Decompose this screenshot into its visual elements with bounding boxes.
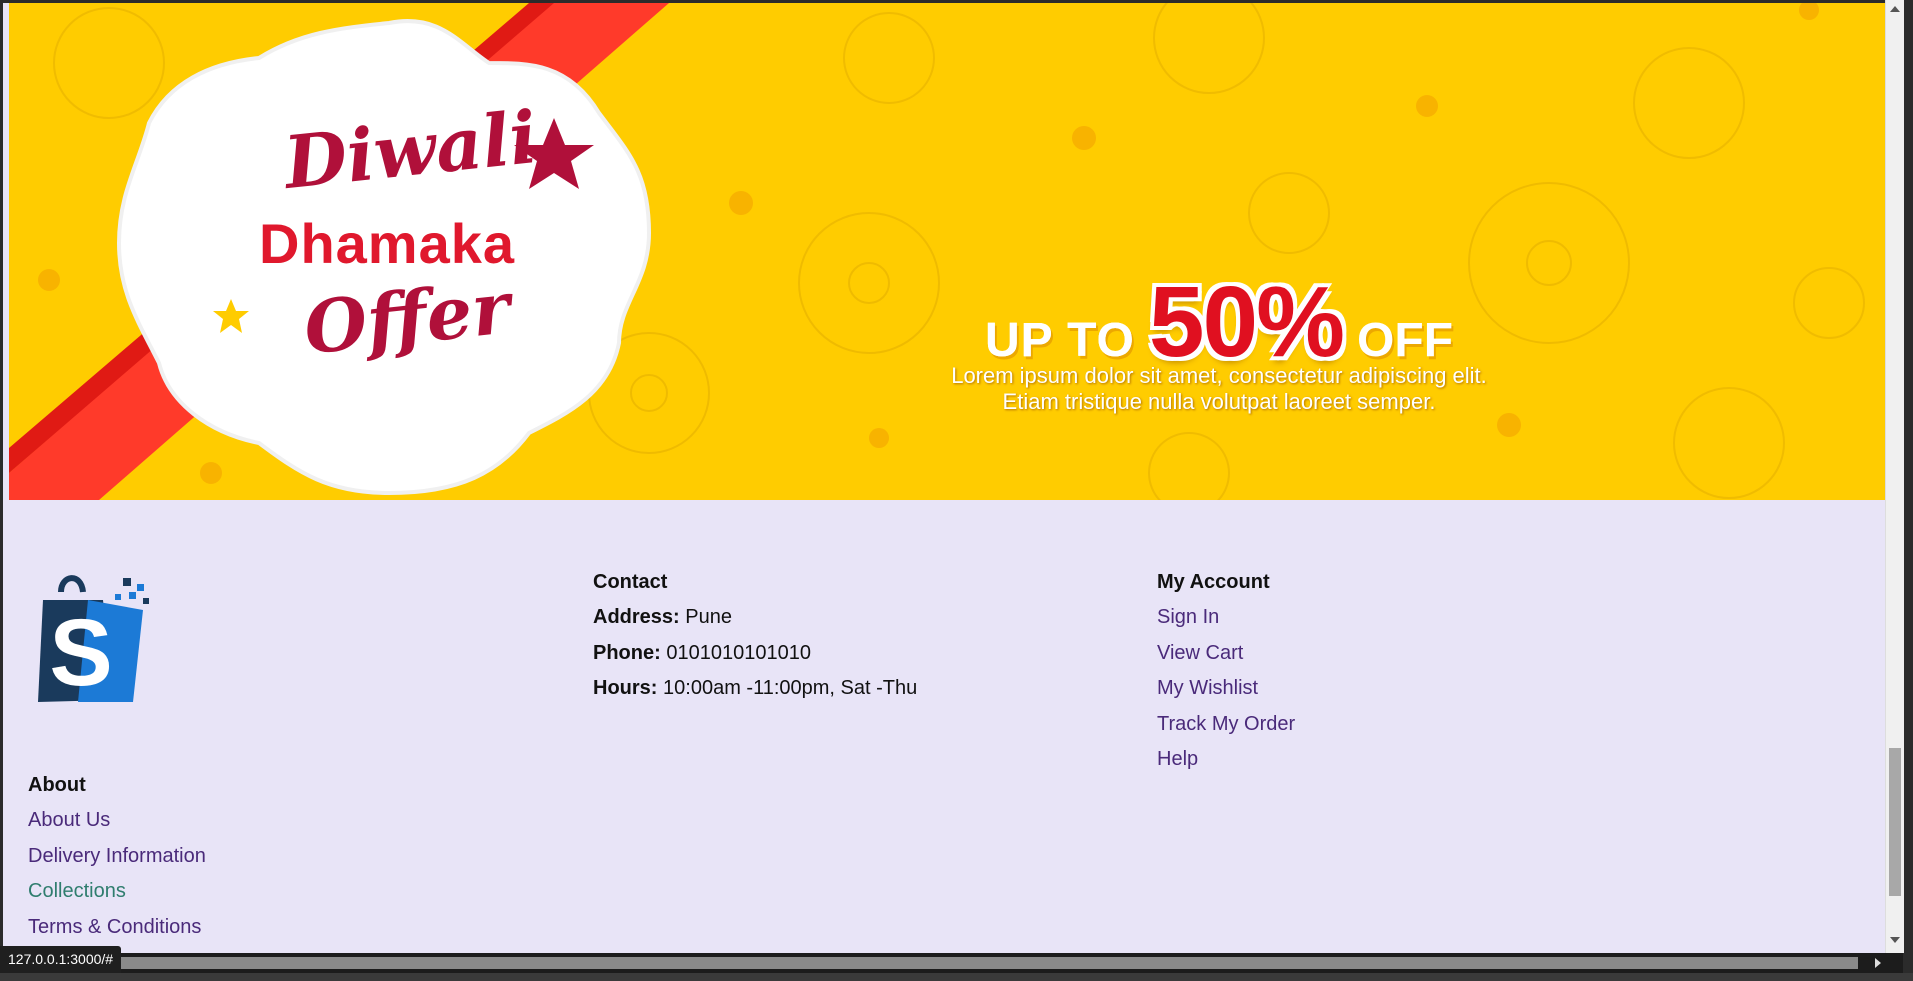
hours-label: Hours: <box>593 677 658 699</box>
horizontal-scrollbar[interactable] <box>0 953 1903 973</box>
banner-title-dhamaka: Dhamaka <box>259 212 516 275</box>
scroll-down-arrow-icon[interactable] <box>1890 937 1900 943</box>
scroll-right-arrow-icon[interactable] <box>1875 958 1881 968</box>
status-bar-url: 127.0.0.1:3000/# <box>0 946 122 973</box>
address-value: Pune <box>685 606 732 628</box>
vertical-scroll-thumb[interactable] <box>1889 748 1901 896</box>
track-my-order-link[interactable]: Track My Order <box>1157 709 1295 745</box>
about-column: About About Us Delivery Information Coll… <box>28 770 206 947</box>
scroll-up-arrow-icon[interactable] <box>1890 6 1900 12</box>
about-heading: About <box>28 774 86 796</box>
view-cart-link[interactable]: View Cart <box>1157 638 1295 674</box>
page-viewport: Diwali Dhamaka Offer UP TO 50% OFF Lorem… <box>3 3 1885 953</box>
contact-phone: Phone: 0101010101010 <box>593 638 917 674</box>
banner-subtitle-line1: Lorem ipsum dolor sit amet, consectetur … <box>951 363 1487 388</box>
contact-address: Address: Pune <box>593 602 917 638</box>
phone-label: Phone: <box>593 641 661 664</box>
help-link[interactable]: Help <box>1157 744 1295 780</box>
delivery-information-link[interactable]: Delivery Information <box>28 841 206 877</box>
my-wishlist-link[interactable]: My Wishlist <box>1157 673 1295 709</box>
sign-in-link[interactable]: Sign In <box>1157 602 1295 638</box>
horizontal-scroll-thumb[interactable] <box>18 957 1858 969</box>
contact-column: Contact Address: Pune Phone: 01010101010… <box>593 567 917 709</box>
window-bottom-edge <box>0 973 1913 981</box>
shopping-bag-s-logo[interactable]: S <box>33 570 158 702</box>
svg-text:S: S <box>49 600 112 702</box>
banner-subtitle-line2: Etiam tristique nulla volutpat laoreet s… <box>1002 389 1436 414</box>
phone-value: 0101010101010 <box>666 641 811 664</box>
terms-conditions-link[interactable]: Terms & Conditions <box>28 912 206 948</box>
collections-link[interactable]: Collections <box>28 876 206 912</box>
my-account-column: My Account Sign In View Cart My Wishlist… <box>1157 567 1295 780</box>
contact-hours: Hours: 10:00am -11:00pm, Sat -Thu <box>593 673 917 709</box>
contact-heading: Contact <box>593 571 668 593</box>
address-label: Address: <box>593 606 680 628</box>
diwali-offer-banner[interactable]: Diwali Dhamaka Offer UP TO 50% OFF Lorem… <box>9 3 1885 500</box>
hours-value: 10:00am -11:00pm, Sat -Thu <box>663 677 918 699</box>
off-label: OFF <box>1357 314 1454 367</box>
vertical-scrollbar[interactable] <box>1885 0 1904 953</box>
my-account-heading: My Account <box>1157 571 1270 593</box>
about-us-link[interactable]: About Us <box>28 805 206 841</box>
up-to-label: UP TO <box>984 314 1135 367</box>
banner-subtitle: Lorem ipsum dolor sit amet, consectetur … <box>909 363 1529 415</box>
